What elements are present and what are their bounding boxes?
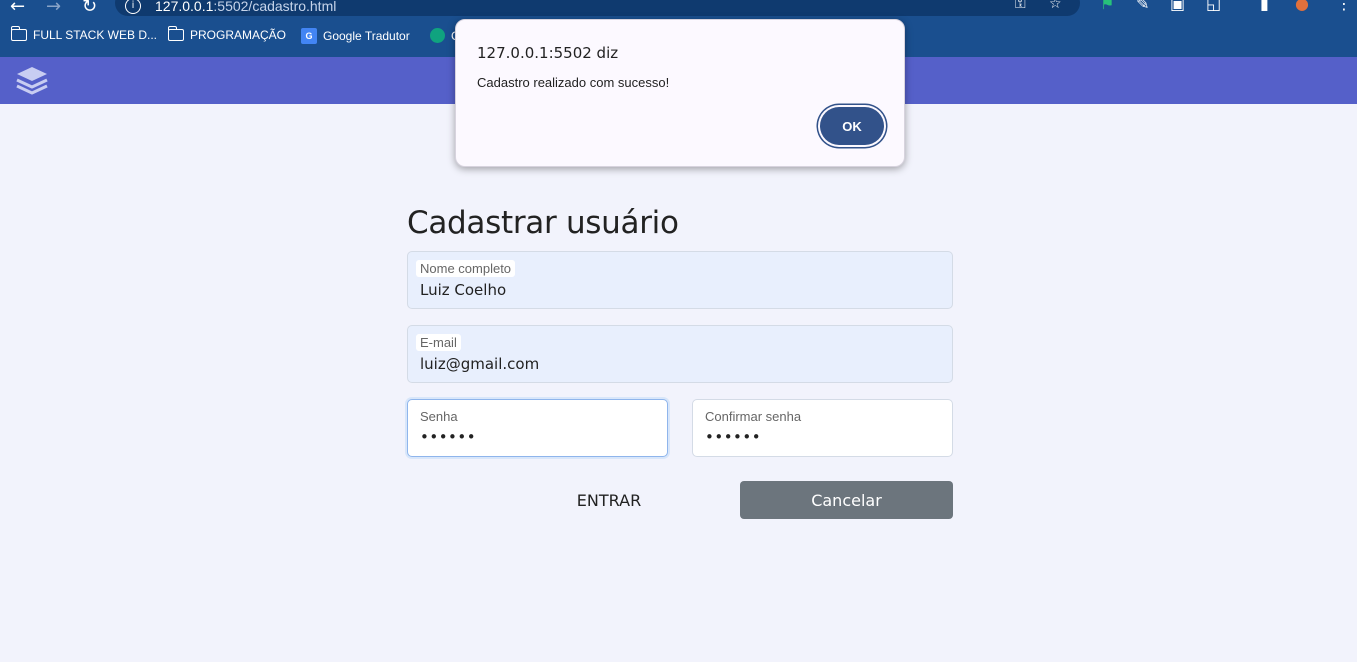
extension-flag-icon[interactable]: ⚑ bbox=[1100, 0, 1114, 13]
back-arrow-icon[interactable]: ← bbox=[10, 0, 25, 17]
forward-arrow-icon[interactable]: → bbox=[46, 0, 61, 17]
bookmark-label: PROGRAMAÇÃO bbox=[190, 28, 287, 42]
address-bar[interactable]: i 127.0.0.1:5502/cadastro.html ⚿ ☆ bbox=[115, 0, 1080, 16]
ok-button[interactable]: OK bbox=[820, 107, 884, 145]
confirm-password-value[interactable]: •••••• bbox=[705, 428, 761, 446]
google-translate-icon: G bbox=[301, 28, 317, 44]
browser-toolbar: ← → ↻ i 127.0.0.1:5502/cadastro.html ⚿ ☆… bbox=[0, 0, 1357, 17]
full-name-field[interactable]: Nome completo Luiz Coelho bbox=[407, 251, 953, 309]
cancel-button[interactable]: Cancelar bbox=[740, 481, 953, 519]
bookmark-folder-fullstack[interactable]: FULL STACK WEB D... bbox=[10, 26, 158, 42]
email-field[interactable]: E-mail luiz@gmail.com bbox=[407, 325, 953, 383]
url-text[interactable]: 127.0.0.1:5502/cadastro.html bbox=[155, 0, 336, 14]
folder-icon bbox=[167, 26, 184, 41]
password-value[interactable]: •••••• bbox=[420, 428, 476, 446]
side-panel-icon[interactable]: ▮ bbox=[1260, 0, 1269, 13]
confirm-password-label: Confirmar senha bbox=[705, 409, 802, 424]
folder-icon bbox=[10, 26, 27, 41]
extensions-puzzle-icon[interactable]: ◱ bbox=[1206, 0, 1221, 13]
submit-button[interactable]: ENTRAR bbox=[548, 481, 670, 519]
site-info-icon[interactable]: i bbox=[125, 0, 141, 14]
dialog-title: 127.0.0.1:5502 diz bbox=[477, 44, 619, 62]
full-name-value[interactable]: Luiz Coelho bbox=[420, 281, 506, 299]
bookmark-label: Google Tradutor bbox=[323, 29, 410, 43]
layers-icon[interactable] bbox=[16, 66, 48, 101]
password-field[interactable]: Senha •••••• bbox=[407, 399, 668, 457]
chatgpt-icon bbox=[430, 28, 445, 43]
key-icon[interactable]: ⚿ bbox=[1015, 0, 1026, 12]
page-title: Cadastrar usuário bbox=[407, 205, 679, 241]
bookmark-folder-programacao[interactable]: PROGRAMAÇÃO bbox=[167, 26, 287, 42]
email-value[interactable]: luiz@gmail.com bbox=[420, 355, 539, 373]
extension-pen-icon[interactable]: ✎ bbox=[1136, 0, 1149, 13]
bookmark-star-icon[interactable]: ☆ bbox=[1049, 0, 1062, 12]
menu-kebab-icon[interactable]: ⋮ bbox=[1336, 0, 1352, 13]
dialog-message: Cadastro realizado com sucesso! bbox=[477, 75, 670, 90]
bookmark-google-tradutor[interactable]: G Google Tradutor bbox=[301, 28, 410, 44]
password-label: Senha bbox=[420, 409, 458, 424]
profile-avatar-icon[interactable]: ● bbox=[1295, 0, 1309, 13]
full-name-label: Nome completo bbox=[416, 260, 516, 277]
alert-dialog: 127.0.0.1:5502 diz Cadastro realizado co… bbox=[455, 19, 905, 167]
bookmark-label: FULL STACK WEB D... bbox=[33, 28, 158, 42]
email-label: E-mail bbox=[416, 334, 461, 351]
reload-icon[interactable]: ↻ bbox=[82, 0, 97, 17]
extension-box-icon[interactable]: ▣ bbox=[1170, 0, 1185, 13]
confirm-password-field[interactable]: Confirmar senha •••••• bbox=[692, 399, 953, 457]
